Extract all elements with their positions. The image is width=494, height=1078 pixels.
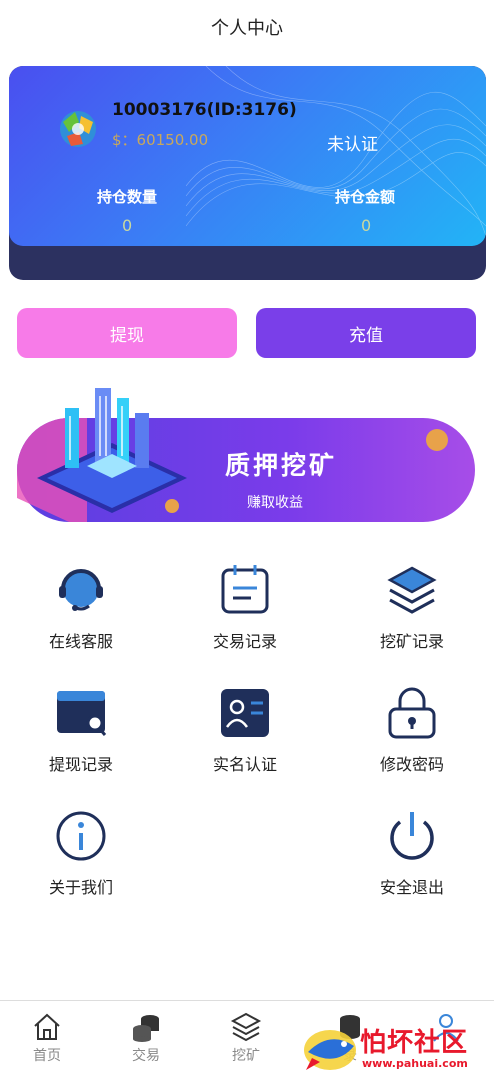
menu-item-label: 提现记录: [48, 755, 113, 774]
wave-pattern-icon: [186, 66, 486, 237]
account-card: 10003176(ID:3176) $：60150.00 未认证 持仓数量 0 …: [9, 66, 486, 280]
nav-item-trade[interactable]: 交易: [116, 1011, 176, 1065]
menu-item-logout[interactable]: 安全退出: [347, 808, 477, 898]
lock-icon: [388, 687, 436, 739]
staking-banner[interactable]: 质押挖矿 赚取收益: [17, 378, 477, 528]
position-count-label: 持仓数量: [97, 188, 158, 206]
nav-label: 首页: [33, 1048, 61, 1064]
nav-label: 挖矿: [232, 1048, 260, 1064]
menu-item-change-password[interactable]: 修改密码: [347, 685, 477, 775]
menu-item-customer-service[interactable]: 在线客服: [16, 562, 146, 652]
coins-icon: [133, 1015, 159, 1042]
id-card-icon: [221, 689, 269, 737]
watermark-text: 怕坏社区: [360, 1028, 469, 1058]
banner-title: 质押挖矿: [225, 451, 338, 480]
headset-icon: [59, 569, 103, 611]
banner-subtitle: 赚取收益: [247, 495, 303, 511]
menu-item-label: 在线客服: [48, 632, 113, 651]
menu-item-label: 关于我们: [48, 878, 113, 897]
notepad-icon: [221, 565, 269, 614]
account-card-face: 10003176(ID:3176) $：60150.00 未认证 持仓数量 0 …: [9, 66, 486, 246]
menu-item-label: 挖矿记录: [379, 632, 444, 651]
account-name: 10003176(ID:3176): [112, 100, 297, 120]
menu-item-about-us[interactable]: 关于我们: [16, 808, 146, 898]
menu-item-trade-records[interactable]: 交易记录: [180, 562, 310, 652]
position-amount-label: 持仓金额: [335, 188, 396, 206]
card-search-icon: [57, 691, 107, 736]
withdraw-button[interactable]: 提现: [17, 308, 237, 358]
nav-item-home[interactable]: 首页: [17, 1011, 77, 1065]
page-title: 个人中心: [211, 18, 283, 39]
menu-item-real-name-auth[interactable]: 实名认证: [180, 685, 310, 775]
layers-icon: [230, 1012, 262, 1042]
recharge-button[interactable]: 充值: [256, 308, 476, 358]
menu-item-label: 安全退出: [379, 878, 444, 897]
info-icon: [56, 811, 106, 861]
menu-item-label: 修改密码: [379, 755, 444, 774]
layers-icon: [387, 566, 437, 614]
menu-item-label: 实名认证: [212, 755, 277, 774]
account-balance: $：60150.00: [112, 131, 209, 149]
avatar: [60, 111, 96, 147]
watermark-url: www.pahuai.com: [362, 1057, 468, 1070]
position-count-value: 0: [122, 216, 133, 235]
power-icon: [390, 812, 434, 860]
nav-item-mining[interactable]: 挖矿: [216, 1011, 276, 1065]
menu-item-withdraw-records[interactable]: 提现记录: [16, 685, 146, 775]
auth-status[interactable]: 未认证: [327, 130, 378, 155]
menu-item-label: 交易记录: [212, 632, 277, 651]
nav-label: 交易: [132, 1048, 160, 1064]
menu-item-mining-records[interactable]: 挖矿记录: [347, 562, 477, 652]
position-amount-value: 0: [361, 216, 372, 235]
home-icon: [34, 1013, 60, 1040]
